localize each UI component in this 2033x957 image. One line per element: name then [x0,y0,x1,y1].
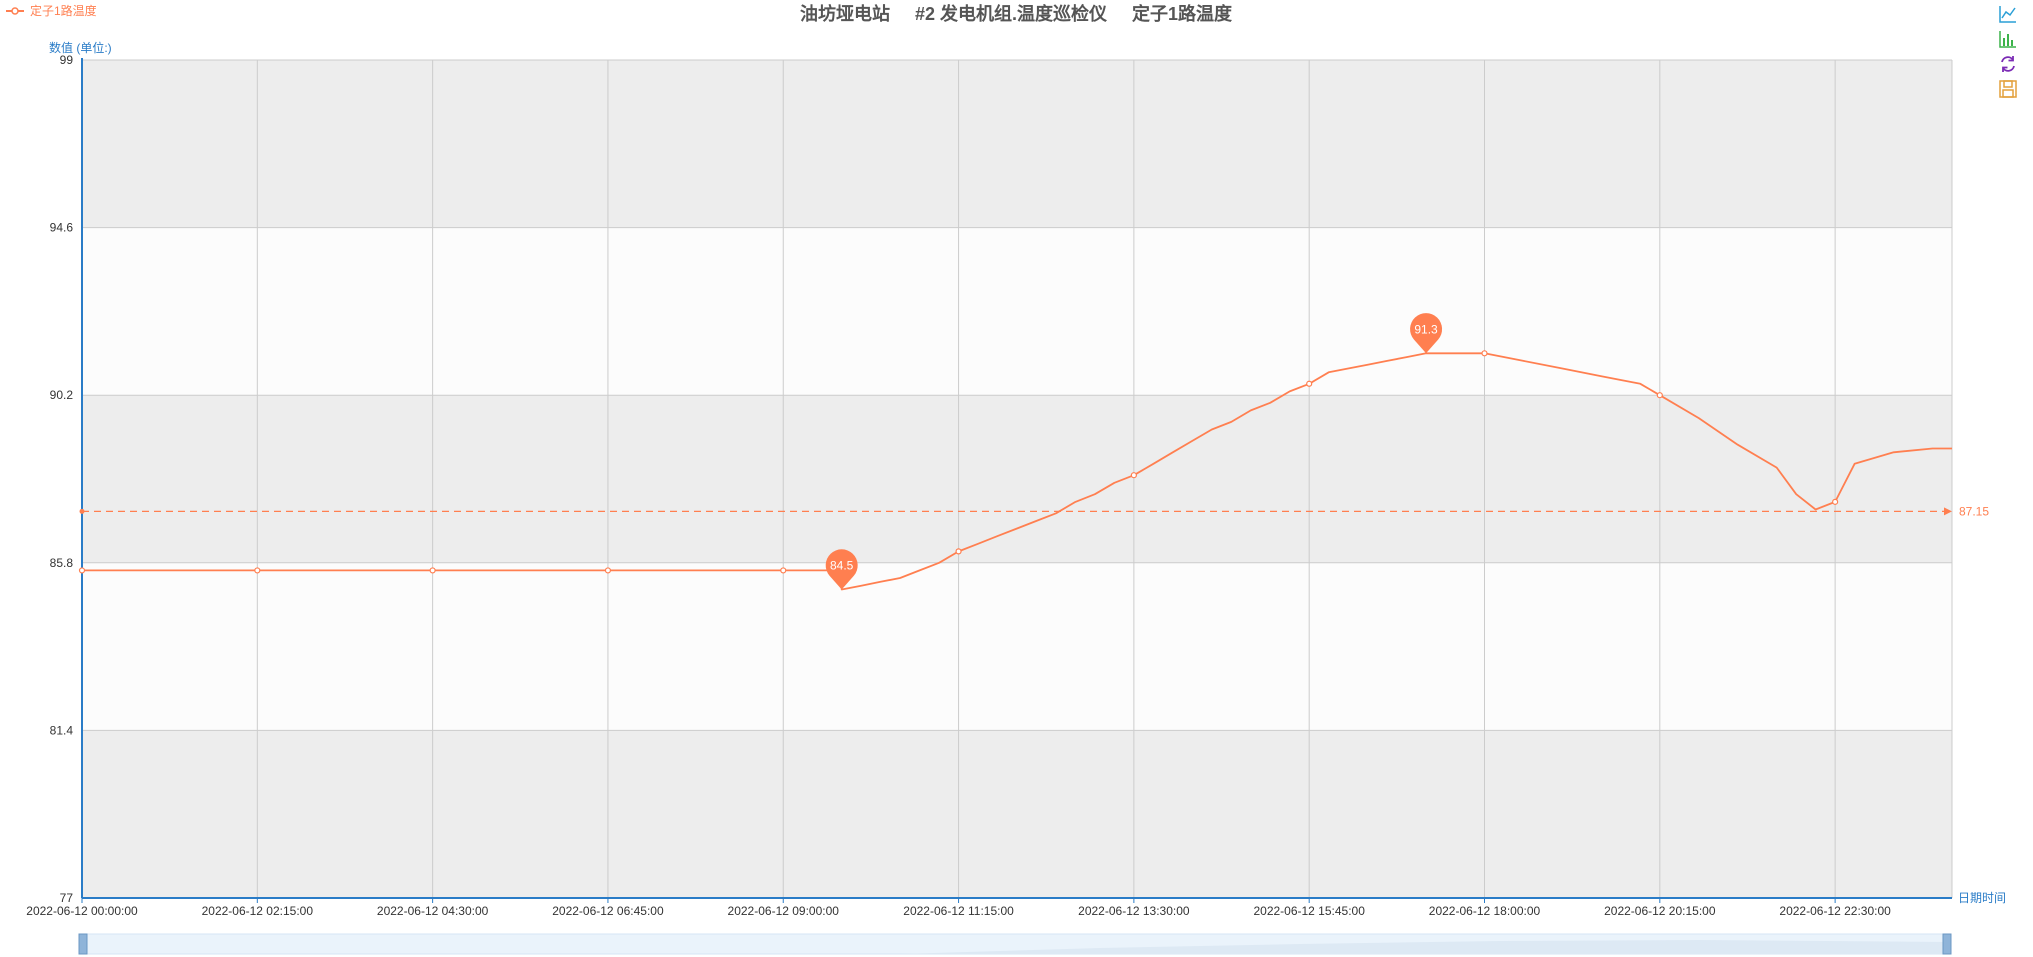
chart: 99 94.6 90.2 85.8 81.4 77 2022-06-12 00:00:00… [6,3,2006,955]
datazoom-slider[interactable] [78,933,1952,955]
legend-label: 定子1路温度 [30,3,97,18]
series-point [1306,380,1313,387]
x-tick-label: 2022-06-12 09:00:00 [728,904,840,918]
background-band [82,562,1952,731]
save-image-icon[interactable] [1997,78,2019,100]
x-axis-name: 日期时间 [1958,891,2006,905]
chart-title: 油坊垭电站 #2 发电机组.温度巡检仪 定子1路温度 [800,3,1233,24]
series-point [1832,498,1839,505]
background-band [82,227,1952,396]
series-point [780,567,787,574]
average-line-start [79,508,85,514]
series-point [254,567,261,574]
x-tick-label: 2022-06-12 15:45:00 [1253,904,1365,918]
y-axis-name: 数值 (单位:) [49,40,112,55]
x-tick-label: 2022-06-12 06:45:00 [552,904,664,918]
series-point [1481,350,1488,357]
background-band [82,730,1952,898]
y-tick-label: 81.4 [50,723,74,737]
series-point [78,567,86,574]
bar-chart-icon[interactable] [1997,28,2019,50]
legend-circle-symbol [11,7,19,15]
x-tick-label: 2022-06-12 11:15:00 [903,904,1014,918]
mark-label: 84.5 [830,558,854,572]
series-point [604,567,612,574]
legend-item[interactable]: 定子1路温度 [6,3,97,18]
background-band [82,60,1952,228]
y-tick-label: 90.2 [50,388,74,402]
y-tick-label: 85.8 [50,556,74,570]
series-point [429,567,436,574]
x-tick-label: 2022-06-12 04:30:00 [377,904,489,918]
x-axis-tick-labels: 2022-06-12 00:00:00 2022-06-12 02:15:00 20… [26,904,1891,918]
x-tick-label: 2022-06-12 02:15:00 [202,904,314,918]
y-tick-label: 99 [60,53,74,67]
y-axis-tick-labels: 99 94.6 90.2 85.8 81.4 77 [50,53,74,905]
x-tick-label: 2022-06-12 00:00:00 [26,904,138,918]
x-tick-label: 2022-06-12 13:30:00 [1078,904,1190,918]
datazoom-handle-right[interactable] [1942,933,1952,955]
chart-background-bands [82,60,1952,898]
line-chart-icon[interactable] [1997,3,2019,25]
datazoom-handle-left[interactable] [78,933,88,955]
background-band [82,395,1952,563]
restore-icon[interactable] [1997,53,2019,75]
y-tick-label: 77 [60,891,74,905]
mark-label: 91.3 [1414,322,1438,336]
x-tick-label: 2022-06-12 18:00:00 [1429,904,1541,918]
series-point [1130,472,1137,479]
series-point [1656,392,1663,399]
toolbox [1997,0,2021,103]
x-tick-label: 2022-06-12 20:15:00 [1604,904,1716,918]
x-tick-label: 2022-06-12 22:30:00 [1779,904,1891,918]
average-line-label: 87.15 [1959,504,1989,518]
y-tick-label: 94.6 [50,221,74,235]
series-point [955,548,962,555]
